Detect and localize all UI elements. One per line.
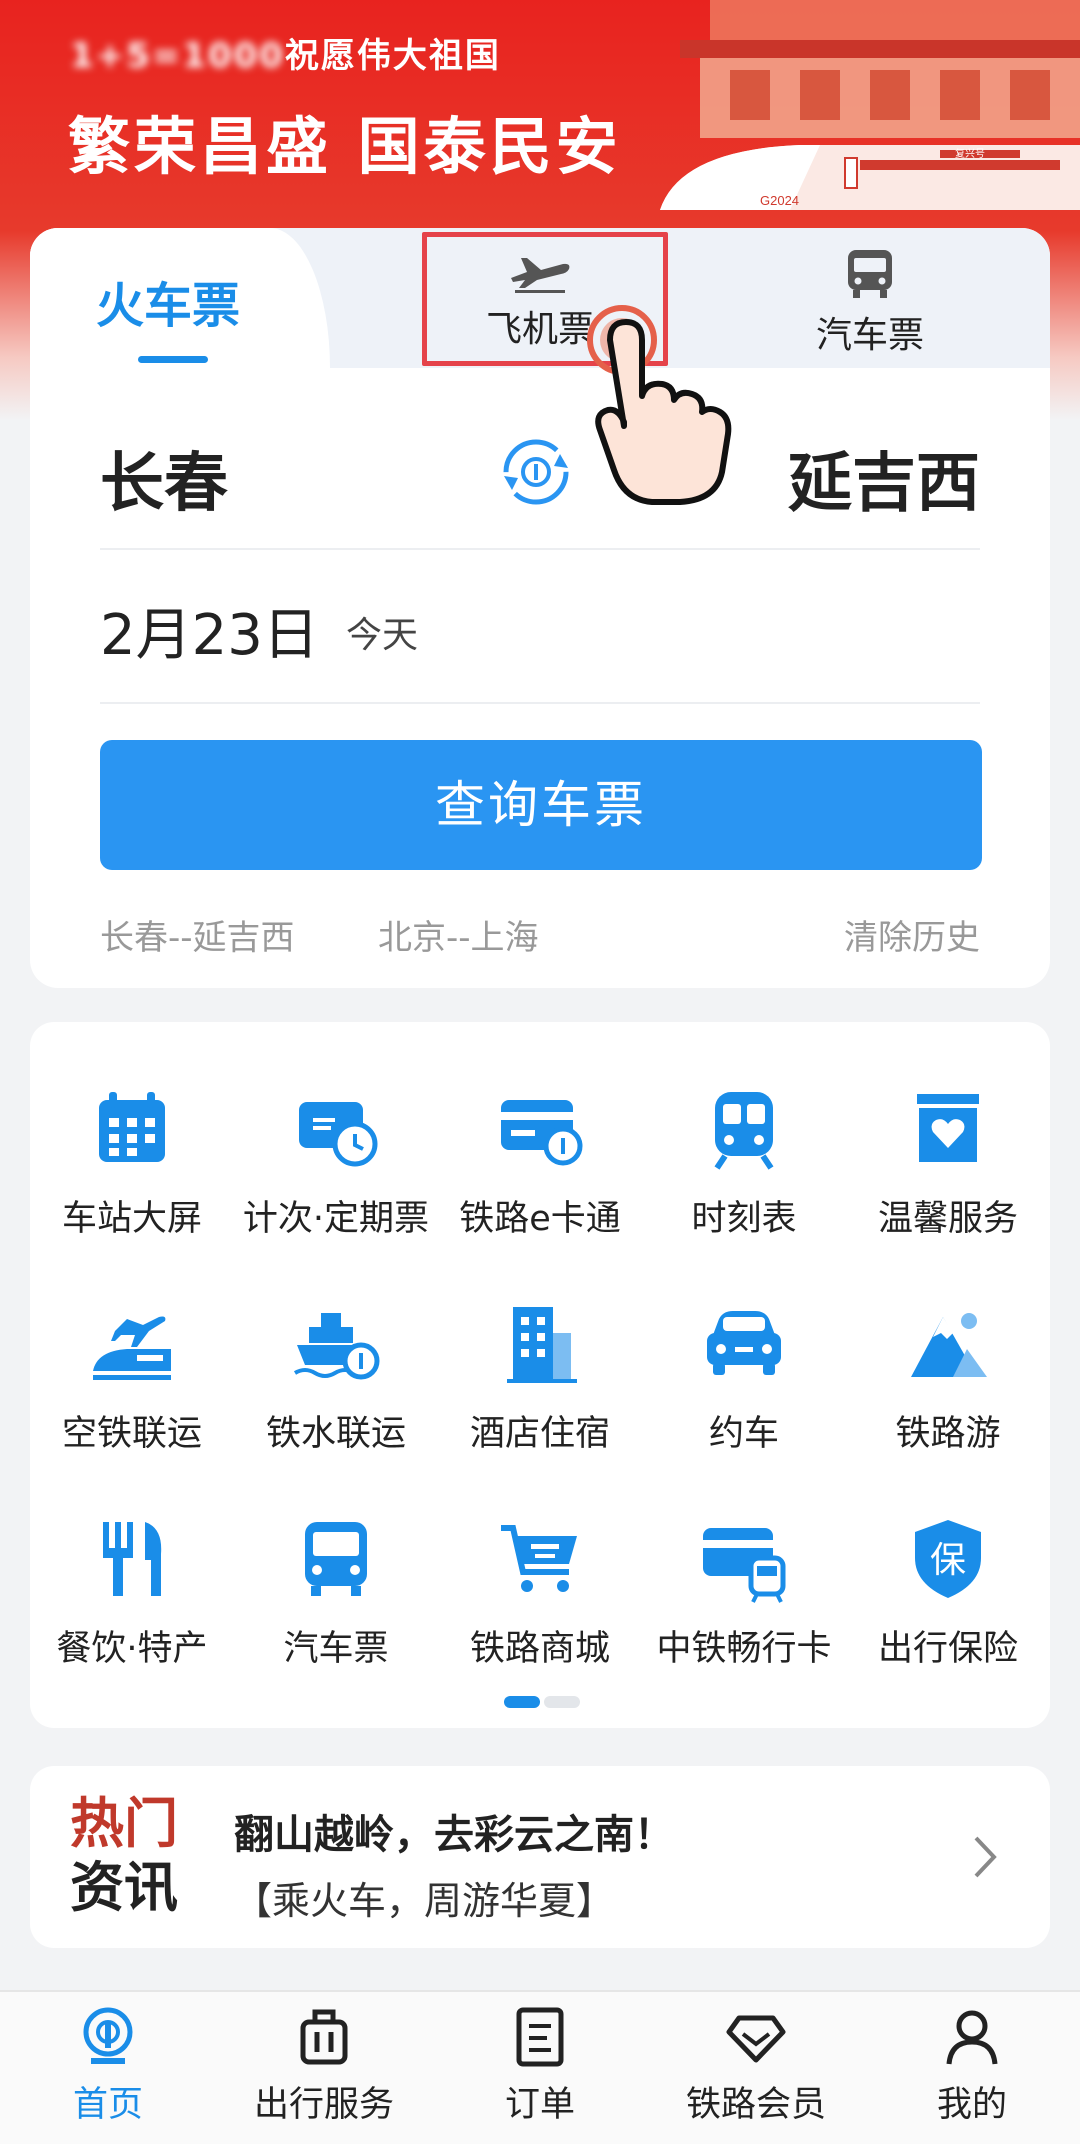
news-subtitle: 【乘火车，周游华夏】 xyxy=(234,1879,615,1923)
hot-news-card[interactable]: 热门 资讯 翻山越岭，去彩云之南！ 【乘火车，周游华夏】 xyxy=(30,1766,1050,1948)
service-label: 温馨服务 xyxy=(877,1199,1018,1239)
ticket-clock-icon xyxy=(299,1102,378,1167)
service-label: 车站大屏 xyxy=(61,1199,202,1239)
news-title: 翻山越岭，去彩云之南！ xyxy=(234,1812,674,1858)
plane-train-icon xyxy=(93,1316,171,1380)
service-label: 铁路游 xyxy=(895,1414,1001,1454)
tab-bus[interactable]: 汽车票 xyxy=(750,248,990,368)
service-label: 铁水联运 xyxy=(265,1414,406,1454)
home-rail-icon xyxy=(83,2007,133,2064)
bus-icon xyxy=(848,250,892,298)
service-label: 约车 xyxy=(708,1414,779,1454)
banner-subtitle: 1+5=1000祝愿伟大祖国 xyxy=(70,28,501,77)
service-rail-water[interactable]: 铁水联运 xyxy=(234,1277,438,1467)
nav-label: 我的 xyxy=(936,2085,1007,2125)
diamond-icon xyxy=(726,2015,786,2063)
search-tickets-button[interactable]: 查询车票 xyxy=(100,740,982,870)
calendar-grid-icon xyxy=(99,1092,165,1162)
history-item[interactable]: 北京--上海 xyxy=(378,910,539,959)
banner-train-code: G2024 xyxy=(760,193,799,208)
date-today-tag: 今天 xyxy=(346,615,419,656)
divider xyxy=(100,702,980,704)
service-rail-tour[interactable]: 铁路游 xyxy=(846,1277,1050,1467)
service-rail-mall[interactable]: 铁路商城 xyxy=(438,1492,642,1682)
tab-train[interactable]: 火车票 xyxy=(30,228,330,368)
banner-title: 繁荣昌盛 国泰民安 xyxy=(68,110,622,183)
services-page-indicator[interactable] xyxy=(504,1696,580,1708)
svg-text:保: 保 xyxy=(930,1540,966,1581)
departure-station[interactable]: 长春 xyxy=(100,432,228,524)
nav-profile[interactable]: 我的 xyxy=(864,2006,1080,2144)
service-insurance[interactable]: 保 出行保险 xyxy=(846,1492,1050,1682)
nav-travel-services[interactable]: 出行服务 xyxy=(216,2006,432,2144)
nav-label: 出行服务 xyxy=(253,2085,394,2125)
nav-orders[interactable]: 订单 xyxy=(432,2006,648,2144)
hotel-building-icon xyxy=(507,1307,577,1383)
service-hotel[interactable]: 酒店住宿 xyxy=(438,1277,642,1467)
history-item[interactable]: 长春--延吉西 xyxy=(100,910,295,959)
chevron-right-icon xyxy=(974,1836,997,1878)
news-badge-line2: 资讯 xyxy=(70,1856,178,1919)
heart-box-icon xyxy=(917,1094,979,1162)
service-label: 出行保险 xyxy=(877,1629,1018,1669)
service-care[interactable]: 温馨服务 xyxy=(846,1062,1050,1252)
nav-home[interactable]: 首页 xyxy=(0,2006,216,2144)
page-dot-active xyxy=(504,1696,540,1708)
services-grid: 车站大屏 计次·定期票 铁路e卡通 时刻表 温馨服务 空铁联运 铁水联运 酒店住… xyxy=(30,1022,1050,1728)
car-icon xyxy=(707,1311,781,1375)
nav-label: 铁路会员 xyxy=(685,2085,826,2125)
arrival-station[interactable]: 延吉西 xyxy=(788,432,980,524)
service-ride-hailing[interactable]: 约车 xyxy=(642,1277,846,1467)
service-label: 餐饮·特产 xyxy=(56,1629,208,1669)
user-icon xyxy=(946,2010,998,2065)
nav-label: 订单 xyxy=(504,2085,575,2125)
service-label: 汽车票 xyxy=(283,1629,389,1669)
service-label: 酒店住宿 xyxy=(469,1414,610,1454)
banner-subtitle-prefix: 1+5=1000 xyxy=(70,36,285,76)
clear-history-button[interactable]: 清除历史 xyxy=(844,910,980,959)
insurance-shield-icon: 保 xyxy=(915,1520,981,1598)
hand-pointer-icon xyxy=(587,305,732,505)
active-tab-indicator xyxy=(138,356,208,363)
news-badge-line1: 热门 xyxy=(70,1792,178,1855)
nav-label: 首页 xyxy=(72,2085,143,2125)
service-label: 计次·定期票 xyxy=(242,1199,430,1239)
tab-train-label: 火车票 xyxy=(96,278,241,334)
fork-knife-icon xyxy=(103,1522,162,1596)
service-label: 时刻表 xyxy=(691,1199,797,1239)
hot-news-badge: 热门 资讯 xyxy=(70,1792,190,1920)
departure-date[interactable]: 2月23日 xyxy=(100,590,319,671)
order-doc-icon xyxy=(516,2007,564,2067)
service-food[interactable]: 餐饮·特产 xyxy=(30,1492,234,1682)
tab-bus-label: 汽车票 xyxy=(815,315,924,356)
service-label: 铁路e卡通 xyxy=(459,1199,621,1239)
service-label: 空铁联运 xyxy=(61,1414,202,1454)
service-label: 中铁畅行卡 xyxy=(656,1629,832,1669)
service-travel-card[interactable]: 中铁畅行卡 xyxy=(642,1492,846,1682)
service-label: 铁路商城 xyxy=(469,1629,610,1669)
banner-train-plate: 复兴号 xyxy=(955,147,985,160)
bottom-navigation: 首页 出行服务 订单 铁路会员 我的 xyxy=(0,1990,1080,2144)
bus-icon xyxy=(305,1522,367,1596)
service-station-screen[interactable]: 车站大屏 xyxy=(30,1062,234,1252)
banner-train-illustration: G2024 复兴号 xyxy=(660,0,1080,210)
divider xyxy=(100,548,980,550)
service-timetable[interactable]: 时刻表 xyxy=(642,1062,846,1252)
service-air-rail[interactable]: 空铁联运 xyxy=(30,1277,234,1467)
luggage-icon xyxy=(300,2009,348,2065)
swap-stations-button[interactable] xyxy=(498,434,574,510)
train-front-icon xyxy=(714,1092,774,1170)
nav-membership[interactable]: 铁路会员 xyxy=(648,2006,864,2144)
ship-icon xyxy=(293,1313,380,1380)
mountain-icon xyxy=(911,1313,987,1377)
rail-card-icon xyxy=(501,1100,583,1166)
page-dot xyxy=(544,1696,580,1708)
shopping-cart-icon xyxy=(501,1525,577,1592)
service-rail-ecard[interactable]: 铁路e卡通 xyxy=(438,1062,642,1252)
banner-subtitle-text: 祝愿伟大祖国 xyxy=(284,36,501,76)
service-periodic-ticket[interactable]: 计次·定期票 xyxy=(234,1062,438,1252)
service-bus-ticket[interactable]: 汽车票 xyxy=(234,1492,438,1682)
card-train-icon xyxy=(703,1528,786,1603)
